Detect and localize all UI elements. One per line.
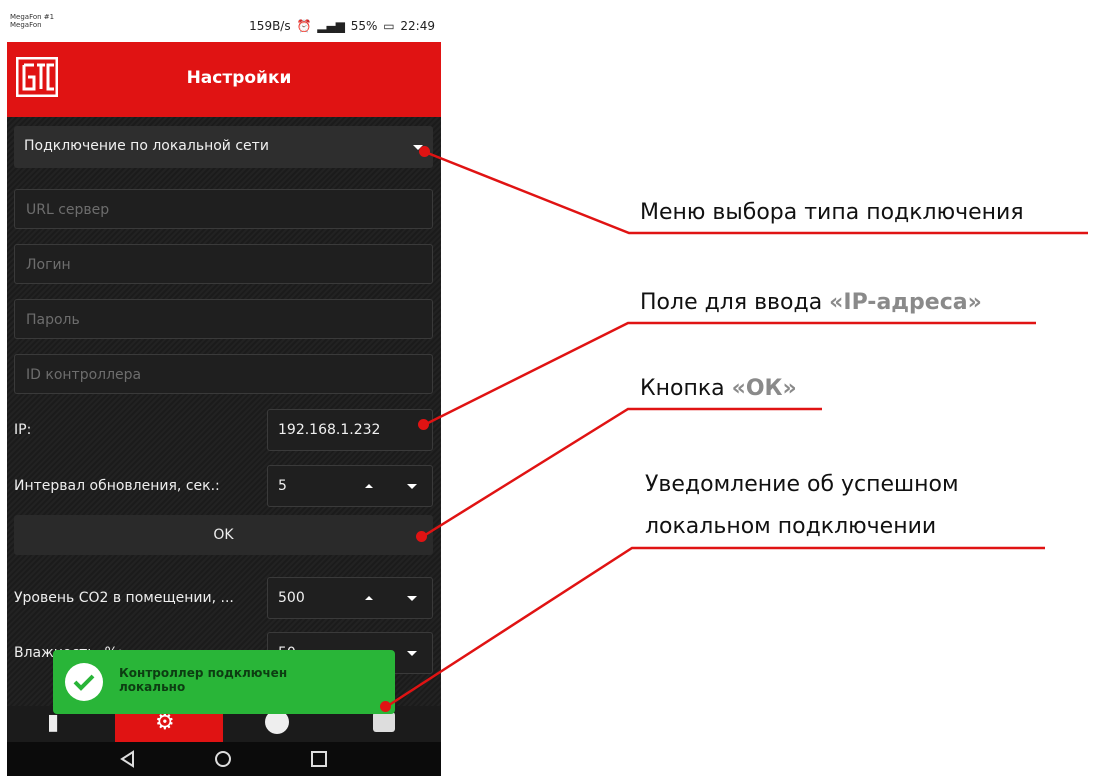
ok-callout-dot (416, 531, 427, 542)
annotation-ok-highlight: «ОК» (731, 376, 797, 401)
annotation-menu: Меню выбора типа подключения (640, 200, 1024, 225)
annotation-ok-prefix: Кнопка (640, 376, 732, 401)
annotation-ip-field: Поле для ввода «IP-адреса» (640, 290, 982, 315)
notify-callout-line (385, 546, 1045, 709)
annotation-ip-highlight: «IP-адреса» (829, 290, 982, 315)
annotation-notify-line-1: Уведомление об успешном (645, 472, 959, 497)
notify-callout-dot (380, 701, 391, 712)
annotation-ip-prefix: Поле для ввода (640, 290, 830, 315)
annotation-notify-line-2: локальном подключении (645, 514, 937, 539)
annotation-ok: Кнопка «ОК» (640, 376, 797, 401)
annotation-lines (385, 150, 1088, 709)
menu-callout-dot (419, 146, 430, 157)
ip-callout-dot (418, 419, 429, 430)
